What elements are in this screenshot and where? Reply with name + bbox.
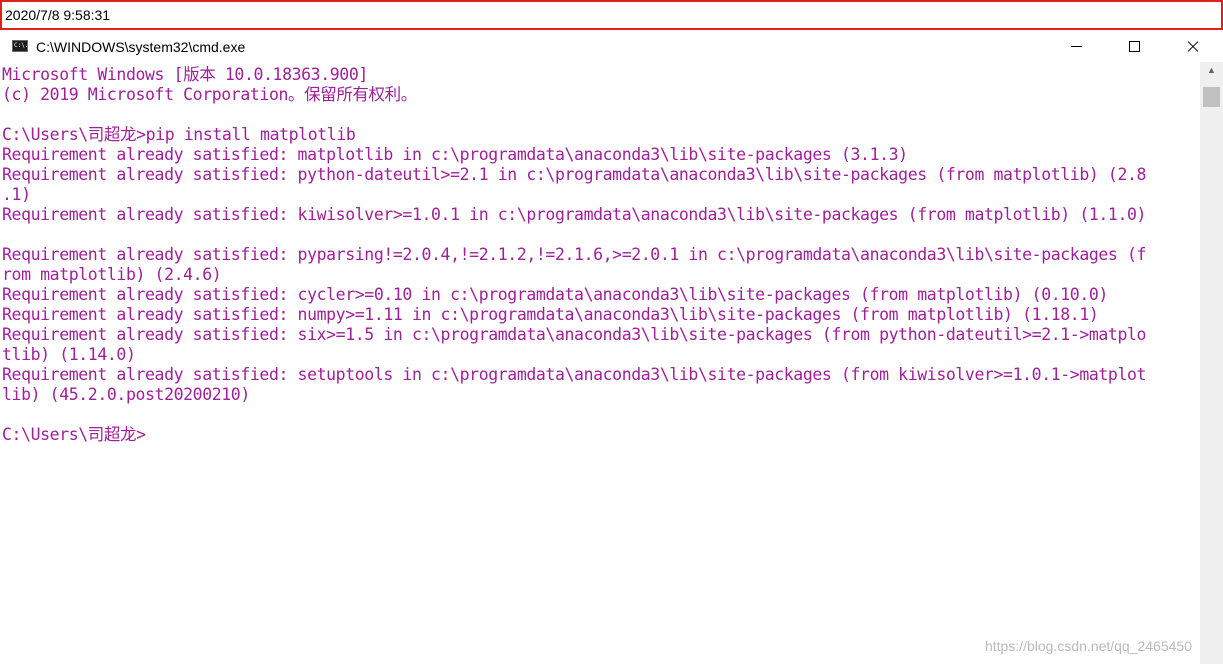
console-line: .1) bbox=[2, 185, 31, 204]
chevron-up-icon: ▲ bbox=[1207, 65, 1216, 75]
maximize-icon bbox=[1129, 41, 1140, 52]
console-line: Requirement already satisfied: matplotli… bbox=[2, 145, 908, 164]
timestamp-bar: 2020/7/8 9:58:31 bbox=[0, 0, 1223, 30]
timestamp-text: 2020/7/8 9:58:31 bbox=[5, 7, 111, 23]
scroll-up-button[interactable]: ▲ bbox=[1200, 62, 1223, 79]
console-line: C:\Users\司超龙> bbox=[2, 425, 146, 444]
cmd-window: C:\. C:\WINDOWS\system32\cmd.exe Microso… bbox=[0, 31, 1223, 664]
console-line: rom matplotlib) (2.4.6) bbox=[2, 265, 222, 284]
console-line: (c) 2019 Microsoft Corporation。保留所有权利。 bbox=[2, 85, 417, 104]
cmd-app-icon[interactable]: C:\. bbox=[12, 40, 28, 52]
maximize-button[interactable] bbox=[1105, 31, 1163, 62]
cmd-app-icon-label: C:\. bbox=[14, 42, 29, 49]
console-line: Requirement already satisfied: setuptool… bbox=[2, 365, 1147, 384]
console-line: Microsoft Windows [版本 10.0.18363.900] bbox=[2, 65, 368, 84]
console-line: Requirement already satisfied: numpy>=1.… bbox=[2, 305, 1099, 324]
console-line: Requirement already satisfied: pyparsing… bbox=[2, 245, 1147, 264]
title-bar[interactable]: C:\. C:\WINDOWS\system32\cmd.exe bbox=[0, 31, 1223, 62]
watermark: https://blog.csdn.net/qq_2465450 bbox=[984, 638, 1192, 654]
vertical-scrollbar[interactable]: ▲ bbox=[1200, 62, 1223, 664]
console-line: C:\Users\司超龙>pip install matplotlib bbox=[2, 125, 356, 144]
console-lines: Microsoft Windows [版本 10.0.18363.900] (c)… bbox=[2, 65, 1146, 445]
console-line: tlib) (1.14.0) bbox=[2, 345, 136, 364]
minimize-button[interactable] bbox=[1047, 31, 1105, 62]
console-line: Requirement already satisfied: six>=1.5 … bbox=[2, 325, 1147, 344]
console-line: lib) (45.2.0.post20200210) bbox=[2, 385, 250, 404]
console-line: Requirement already satisfied: kiwisolve… bbox=[2, 205, 1147, 224]
scroll-thumb[interactable] bbox=[1203, 87, 1220, 107]
window-title: C:\WINDOWS\system32\cmd.exe bbox=[36, 39, 246, 55]
minimize-icon bbox=[1071, 46, 1082, 47]
close-button[interactable] bbox=[1163, 31, 1221, 62]
console-line: Requirement already satisfied: python-da… bbox=[2, 165, 1147, 184]
console-output[interactable]: Microsoft Windows [版本 10.0.18363.900] (c)… bbox=[0, 62, 1200, 664]
console-line: Requirement already satisfied: cycler>=0… bbox=[2, 285, 1108, 304]
